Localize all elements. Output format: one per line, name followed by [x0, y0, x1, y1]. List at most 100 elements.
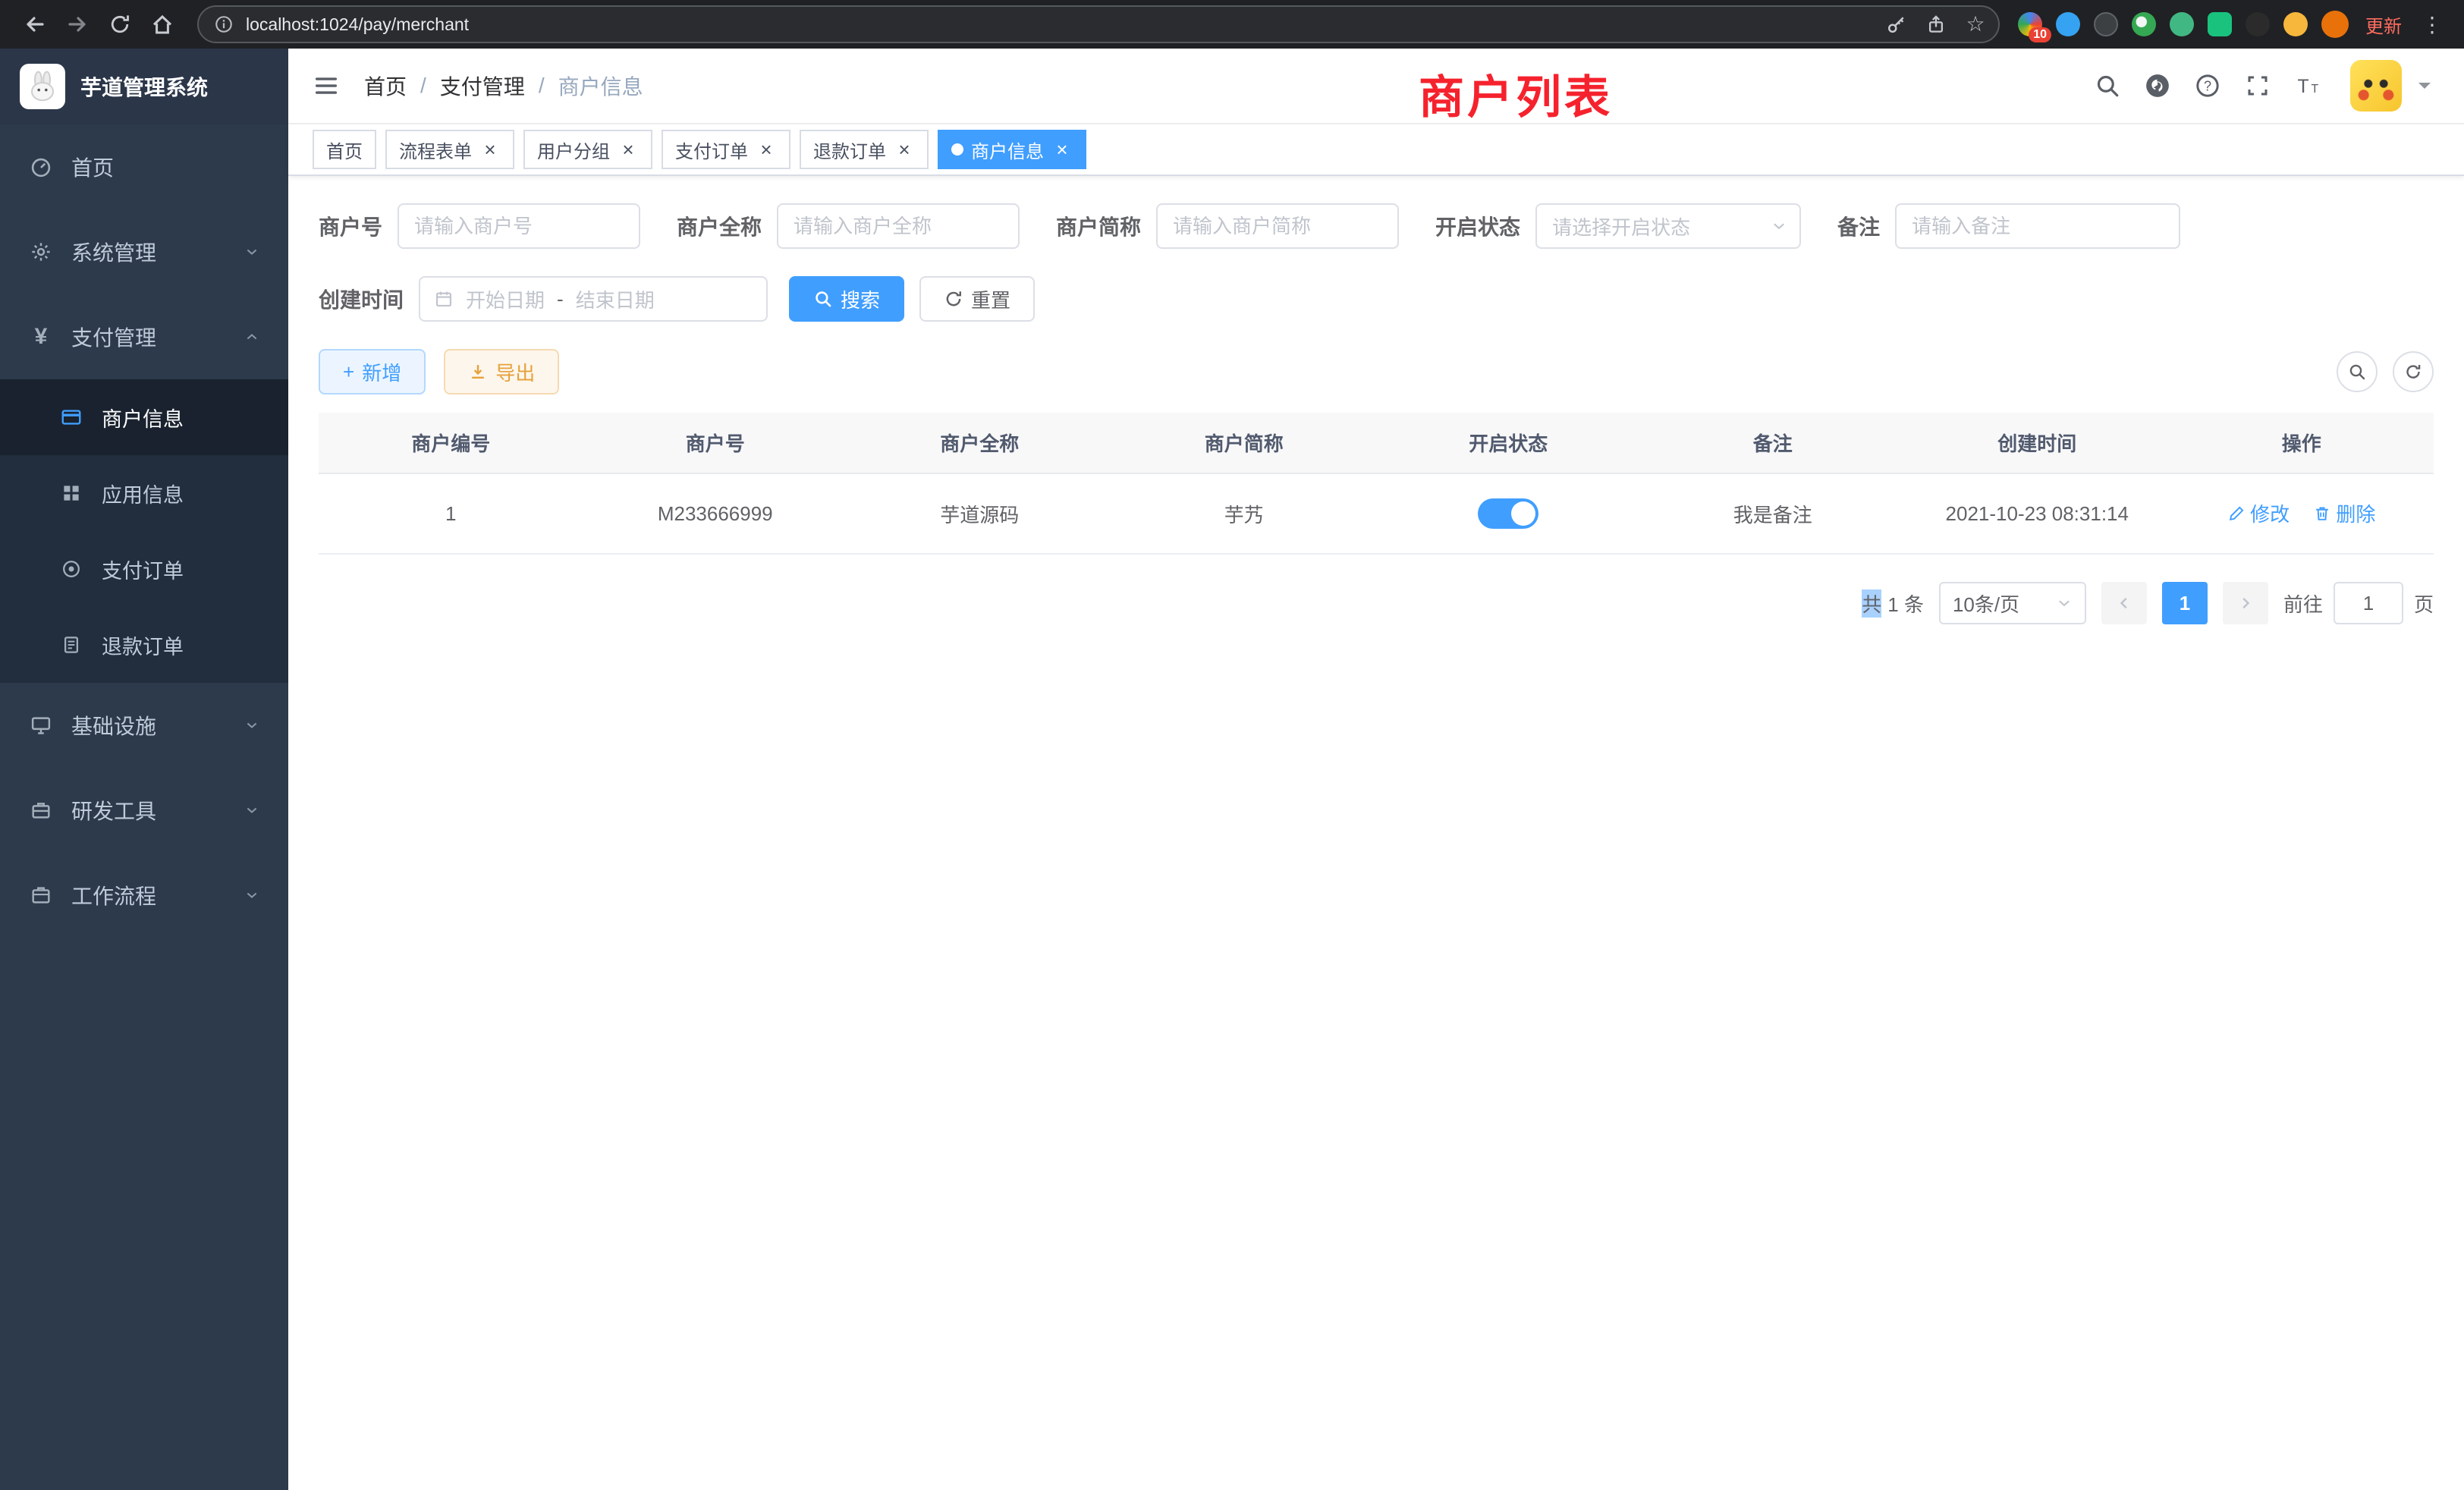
remark-input[interactable] [1895, 203, 2180, 249]
tab-label: 商户信息 [971, 137, 1044, 163]
export-button[interactable]: 导出 [444, 349, 559, 395]
help-icon[interactable]: ? [2188, 66, 2227, 105]
edit-link-label: 修改 [2250, 499, 2290, 527]
short-name-input[interactable] [1156, 203, 1399, 249]
sidebar-item-infrastructure[interactable]: 基础设施 [0, 683, 288, 768]
goto-page-input[interactable] [2334, 582, 2403, 624]
close-icon[interactable]: × [1051, 139, 1073, 160]
app-logo[interactable]: 芋道管理系统 [0, 49, 288, 124]
chevron-down-icon [2056, 595, 2073, 611]
site-info-icon[interactable] [214, 14, 234, 34]
close-icon[interactable]: × [618, 139, 639, 160]
extension-icon-8[interactable] [2283, 12, 2308, 36]
chevron-down-icon [244, 888, 259, 903]
close-icon[interactable]: × [756, 139, 777, 160]
close-icon[interactable]: × [894, 139, 915, 160]
sidebar-item-merchant-info[interactable]: 商户信息 [0, 379, 288, 455]
extension-icon-7[interactable] [2246, 12, 2270, 36]
extension-icon-5[interactable] [2170, 12, 2194, 36]
col-header-actions: 操作 [2170, 413, 2434, 473]
sidebar-item-dev-tools[interactable]: 研发工具 [0, 768, 288, 853]
edit-link[interactable]: 修改 [2227, 499, 2290, 527]
reset-button[interactable]: 重置 [919, 276, 1035, 322]
toolbox-icon [29, 799, 53, 822]
status-select[interactable]: 请选择开启状态 [1535, 203, 1801, 249]
status-toggle[interactable] [1478, 498, 1538, 529]
browser-home-icon[interactable] [143, 5, 182, 44]
delete-link[interactable]: 删除 [2313, 499, 2375, 527]
address-bar[interactable]: localhost:1024/pay/merchant ☆ [197, 5, 2000, 43]
tab-merchant-info[interactable]: 商户信息 × [938, 130, 1086, 169]
user-avatar[interactable] [2350, 60, 2402, 112]
avatar-caret-icon[interactable] [2418, 83, 2431, 95]
extension-icon-2[interactable] [2056, 12, 2080, 36]
cell-status [1376, 473, 1641, 554]
breadcrumb-home[interactable]: 首页 [364, 71, 407, 101]
col-header-create-time: 创建时间 [1905, 413, 2170, 473]
browser-reload-icon[interactable] [100, 5, 140, 44]
sidebar-item-label: 研发工具 [71, 795, 156, 825]
fullscreen-icon[interactable] [2238, 66, 2277, 105]
browser-forward-icon[interactable] [58, 5, 97, 44]
sidebar-item-payment[interactable]: ¥ 支付管理 [0, 294, 288, 379]
add-button-label: 新增 [362, 358, 401, 386]
cell-create-time: 2021-10-23 08:31:14 [1905, 473, 2170, 554]
page-1-button[interactable]: 1 [2162, 582, 2208, 624]
pagination-goto: 前往 页 [2283, 582, 2434, 624]
create-time-range-picker[interactable]: 开始日期 - 结束日期 [419, 276, 768, 322]
extension-icon-3[interactable] [2094, 12, 2118, 36]
svg-text:T: T [2312, 83, 2319, 96]
tab-refund-order[interactable]: 退款订单 × [800, 130, 929, 169]
refresh-table-button[interactable] [2393, 351, 2434, 392]
full-name-input[interactable] [777, 203, 1020, 249]
col-header-remark: 备注 [1641, 413, 1906, 473]
toggle-search-icon-button[interactable] [2337, 351, 2378, 392]
browser-menu-icon[interactable]: ⋮ [2418, 12, 2446, 37]
bookmark-star-icon[interactable]: ☆ [1959, 8, 1992, 41]
page-content: 商户号 商户全称 商户简称 开启状态 请选择开启状态 [288, 176, 2464, 1490]
col-header-short-name: 商户简称 [1112, 413, 1377, 473]
merchant-no-input[interactable] [398, 203, 640, 249]
tab-label: 支付订单 [675, 137, 748, 163]
browser-update-button[interactable]: 更新 [2365, 11, 2402, 38]
prev-page-button[interactable] [2101, 582, 2147, 624]
sidebar-toggle-icon[interactable] [288, 48, 364, 124]
search-icon[interactable] [2088, 66, 2127, 105]
sidebar-item-system[interactable]: 系统管理 [0, 209, 288, 294]
sidebar-item-app-info[interactable]: 应用信息 [0, 455, 288, 531]
tab-label: 首页 [326, 137, 363, 163]
browser-back-icon[interactable] [15, 5, 55, 44]
page-size-select[interactable]: 10条/页 [1939, 582, 2086, 624]
logo-rabbit-image [20, 64, 65, 109]
tab-flow-form[interactable]: 流程表单 × [385, 130, 514, 169]
extension-icon-6[interactable] [2208, 12, 2232, 36]
page-unit-label: 页 [2414, 589, 2434, 618]
remark-label: 备注 [1837, 211, 1880, 241]
password-key-icon[interactable] [1880, 8, 1913, 41]
add-button[interactable]: + 新增 [319, 349, 426, 395]
tab-home[interactable]: 首页 [313, 130, 376, 169]
close-icon[interactable]: × [479, 139, 501, 160]
briefcase-icon [29, 884, 53, 907]
browser-profile-avatar[interactable] [2321, 11, 2349, 38]
next-page-button[interactable] [2223, 582, 2268, 624]
trash-icon [2313, 505, 2331, 523]
search-button[interactable]: 搜索 [789, 276, 904, 322]
cell-remark: 我是备注 [1641, 473, 1906, 554]
chevron-down-icon [244, 803, 259, 818]
github-icon[interactable] [2138, 66, 2177, 105]
tab-pay-order[interactable]: 支付订单 × [662, 130, 790, 169]
sidebar-item-label: 首页 [71, 152, 114, 182]
sidebar-item-pay-order[interactable]: 支付订单 [0, 531, 288, 607]
tab-user-group[interactable]: 用户分组 × [523, 130, 652, 169]
sidebar-item-home[interactable]: 首页 [0, 124, 288, 209]
sidebar-item-workflow[interactable]: 工作流程 [0, 853, 288, 938]
filter-row-2: 创建时间 开始日期 - 结束日期 [319, 276, 2434, 322]
sidebar-item-refund-order[interactable]: 退款订单 [0, 607, 288, 683]
breadcrumb-payment[interactable]: 支付管理 [440, 71, 525, 101]
col-header-status: 开启状态 [1376, 413, 1641, 473]
extension-icon-4[interactable] [2132, 12, 2156, 36]
font-size-icon[interactable]: TT [2288, 66, 2327, 105]
share-icon[interactable] [1919, 8, 1953, 41]
extension-icon-1[interactable]: 10 [2018, 12, 2042, 36]
